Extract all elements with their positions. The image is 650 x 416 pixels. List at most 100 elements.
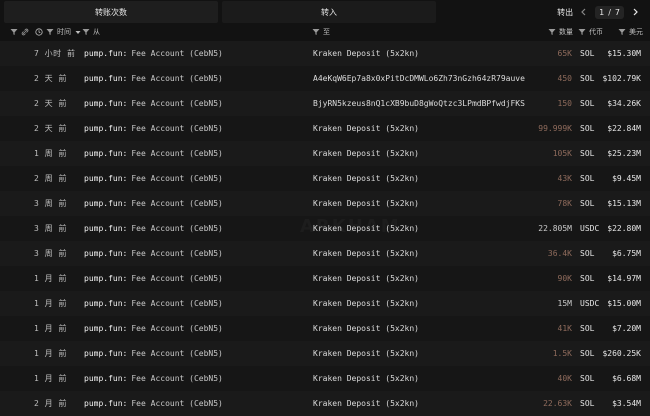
row-token[interactable]: SOL xyxy=(580,241,612,266)
from-entity[interactable]: pump.fun: xyxy=(84,124,127,133)
tab-transfers[interactable]: 转账次数 xyxy=(4,1,218,23)
row-to[interactable]: Kraken Deposit (5x2kn) xyxy=(313,241,533,266)
row-token[interactable]: SOL xyxy=(580,391,612,416)
row-token[interactable]: SOL xyxy=(580,316,612,341)
from-label[interactable]: Fee Account (CebN5) xyxy=(131,49,223,58)
from-label[interactable]: Fee Account (CebN5) xyxy=(131,299,223,308)
table-row[interactable]: 1 月 前 pump.fun: Fee Account (CebN5) Krake… xyxy=(0,291,650,316)
from-label[interactable]: Fee Account (CebN5) xyxy=(131,274,223,283)
row-from[interactable]: pump.fun: Fee Account (CebN5) xyxy=(84,266,294,291)
from-label[interactable]: Fee Account (CebN5) xyxy=(131,199,223,208)
row-from[interactable]: pump.fun: Fee Account (CebN5) xyxy=(84,341,294,366)
filter-icon[interactable] xyxy=(578,28,586,36)
filter-icon[interactable] xyxy=(46,28,54,36)
filter-icon[interactable] xyxy=(82,28,90,36)
row-from[interactable]: pump.fun: Fee Account (CebN5) xyxy=(84,241,294,266)
from-entity[interactable]: pump.fun: xyxy=(84,99,127,108)
from-label[interactable]: Fee Account (CebN5) xyxy=(131,399,223,408)
filter-icon[interactable] xyxy=(618,28,626,36)
row-from[interactable]: pump.fun: Fee Account (CebN5) xyxy=(84,141,294,166)
row-from[interactable]: pump.fun: Fee Account (CebN5) xyxy=(84,66,294,91)
row-to[interactable]: Kraken Deposit (5x2kn) xyxy=(313,166,533,191)
table-row[interactable]: 2 天 前 pump.fun: Fee Account (CebN5) Krake… xyxy=(0,116,650,141)
row-time: 7 小时 前 xyxy=(34,49,76,58)
from-entity[interactable]: pump.fun: xyxy=(84,324,127,333)
table-row[interactable]: 2 天 前 pump.fun: Fee Account (CebN5) BjyRN… xyxy=(0,91,650,116)
header-amount[interactable]: 数量 xyxy=(548,24,573,40)
from-label[interactable]: Fee Account (CebN5) xyxy=(131,249,223,258)
row-from[interactable]: pump.fun: Fee Account (CebN5) xyxy=(84,91,294,116)
row-token[interactable]: SOL xyxy=(580,166,612,191)
row-to[interactable]: Kraken Deposit (5x2kn) xyxy=(313,41,533,66)
row-to[interactable]: BjyRN5kzeus8nQ1cXB9buD8gWoQtzc3LPmdBPfwd… xyxy=(313,91,533,116)
tab-incoming[interactable]: 转入 xyxy=(222,1,436,23)
row-to[interactable]: Kraken Deposit (5x2kn) xyxy=(313,191,533,216)
table-row[interactable]: 1 月 前 pump.fun: Fee Account (CebN5) Krake… xyxy=(0,316,650,341)
table-row[interactable]: 2 月 前 pump.fun: Fee Account (CebN5) Krake… xyxy=(0,391,650,416)
header-to[interactable]: 至 xyxy=(312,24,330,40)
table-row[interactable]: 3 周 前 pump.fun: Fee Account (CebN5) Krake… xyxy=(0,191,650,216)
row-from[interactable]: pump.fun: Fee Account (CebN5) xyxy=(84,166,294,191)
row-to[interactable]: Kraken Deposit (5x2kn) xyxy=(313,291,533,316)
table-row[interactable]: 1 月 前 pump.fun: Fee Account (CebN5) Krake… xyxy=(0,341,650,366)
header-time[interactable]: 时间 xyxy=(35,24,82,40)
row-from[interactable]: pump.fun: Fee Account (CebN5) xyxy=(84,116,294,141)
from-entity[interactable]: pump.fun: xyxy=(84,174,127,183)
from-entity[interactable]: pump.fun: xyxy=(84,349,127,358)
from-entity[interactable]: pump.fun: xyxy=(84,374,127,383)
from-label[interactable]: Fee Account (CebN5) xyxy=(131,324,223,333)
header-from[interactable]: 从 xyxy=(82,24,100,40)
from-label[interactable]: Fee Account (CebN5) xyxy=(131,74,223,83)
from-label[interactable]: Fee Account (CebN5) xyxy=(131,149,223,158)
from-entity[interactable]: pump.fun: xyxy=(84,274,127,283)
row-from[interactable]: pump.fun: Fee Account (CebN5) xyxy=(84,366,294,391)
link-icon[interactable] xyxy=(21,28,29,36)
filter-icon[interactable] xyxy=(548,28,556,36)
row-from[interactable]: pump.fun: Fee Account (CebN5) xyxy=(84,191,294,216)
row-from[interactable]: pump.fun: Fee Account (CebN5) xyxy=(84,41,294,66)
from-entity[interactable]: pump.fun: xyxy=(84,74,127,83)
row-to[interactable]: Kraken Deposit (5x2kn) xyxy=(313,141,533,166)
header-token[interactable]: 代币 xyxy=(578,24,603,40)
table-row[interactable]: 1 月 前 pump.fun: Fee Account (CebN5) Krake… xyxy=(0,366,650,391)
from-entity[interactable]: pump.fun: xyxy=(84,49,127,58)
row-from[interactable]: pump.fun: Fee Account (CebN5) xyxy=(84,216,294,241)
table-row[interactable]: 7 小时 前 pump.fun: Fee Account (CebN5) Krak… xyxy=(0,41,650,66)
row-to[interactable]: Kraken Deposit (5x2kn) xyxy=(313,366,533,391)
table-row[interactable]: 2 天 前 pump.fun: Fee Account (CebN5) A4eKq… xyxy=(0,66,650,91)
from-entity[interactable]: pump.fun: xyxy=(84,399,127,408)
row-to[interactable]: Kraken Deposit (5x2kn) xyxy=(313,316,533,341)
row-from[interactable]: pump.fun: Fee Account (CebN5) xyxy=(84,391,294,416)
from-entity[interactable]: pump.fun: xyxy=(84,249,127,258)
sort-down-icon[interactable] xyxy=(74,28,82,36)
row-from[interactable]: pump.fun: Fee Account (CebN5) xyxy=(84,291,294,316)
row-time: 2 天 前 xyxy=(34,124,67,133)
table-row[interactable]: 3 周 前 pump.fun: Fee Account (CebN5) Krake… xyxy=(0,241,650,266)
table-row[interactable]: 2 周 前 pump.fun: Fee Account (CebN5) Krake… xyxy=(0,166,650,191)
from-label[interactable]: Fee Account (CebN5) xyxy=(131,99,223,108)
from-label[interactable]: Fee Account (CebN5) xyxy=(131,374,223,383)
header-usd[interactable]: 美元 xyxy=(618,24,643,40)
from-entity[interactable]: pump.fun: xyxy=(84,199,127,208)
row-from[interactable]: pump.fun: Fee Account (CebN5) xyxy=(84,316,294,341)
from-label[interactable]: Fee Account (CebN5) xyxy=(131,174,223,183)
from-entity[interactable]: pump.fun: xyxy=(84,149,127,158)
table-row[interactable]: 1 月 前 pump.fun: Fee Account (CebN5) Krake… xyxy=(0,266,650,291)
from-entity[interactable]: pump.fun: xyxy=(84,224,127,233)
row-to[interactable]: Kraken Deposit (5x2kn) xyxy=(313,391,533,416)
row-to[interactable]: Kraken Deposit (5x2kn) xyxy=(313,266,533,291)
row-token[interactable]: SOL xyxy=(580,366,612,391)
row-to[interactable]: A4eKqW6Ep7a8x0xPitDcDMWLo6Zh73nGzh64zR79… xyxy=(313,66,533,91)
from-label[interactable]: Fee Account (CebN5) xyxy=(131,124,223,133)
tab-outgoing[interactable]: 转出 xyxy=(557,7,573,18)
row-to[interactable]: Kraken Deposit (5x2kn) xyxy=(313,341,533,366)
chevron-right-icon[interactable] xyxy=(630,7,640,17)
from-label[interactable]: Fee Account (CebN5) xyxy=(131,224,223,233)
chevron-left-icon[interactable] xyxy=(579,7,589,17)
table-row[interactable]: 1 周 前 pump.fun: Fee Account (CebN5) Krake… xyxy=(0,141,650,166)
row-to[interactable]: Kraken Deposit (5x2kn) xyxy=(313,116,533,141)
filter-icon[interactable] xyxy=(10,28,18,36)
from-label[interactable]: Fee Account (CebN5) xyxy=(131,349,223,358)
filter-icon[interactable] xyxy=(312,28,320,36)
from-entity[interactable]: pump.fun: xyxy=(84,299,127,308)
